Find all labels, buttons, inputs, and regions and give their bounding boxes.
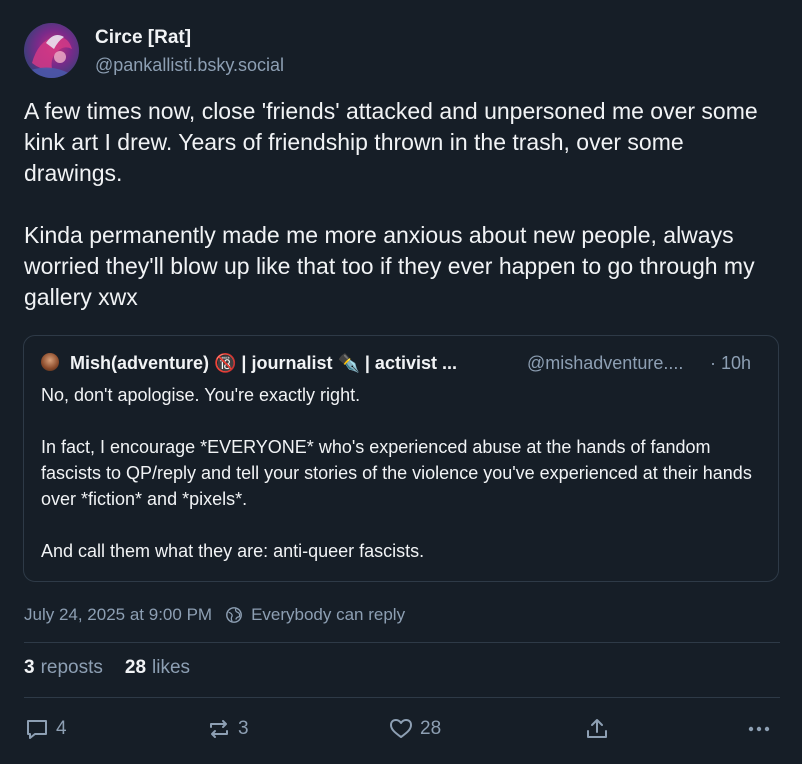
like-button[interactable]: 28 — [388, 714, 441, 744]
post-text: A few times now, close 'friends' attacke… — [24, 98, 758, 310]
author-name[interactable]: Circe [Rat] — [95, 27, 191, 49]
author-handle[interactable]: @pankallisti.bsky.social — [95, 55, 284, 76]
repost-icon — [210, 720, 228, 738]
divider — [24, 697, 780, 698]
share-icon — [587, 719, 607, 738]
quote-text: No, don't apologise. You're exactly righ… — [41, 385, 752, 561]
share-button[interactable] — [584, 714, 616, 744]
reply-button[interactable]: 4 — [24, 714, 67, 744]
likes-stat[interactable]: 28 likes — [125, 657, 190, 679]
reply-count: 4 — [56, 718, 67, 739]
ellipsis-icon — [748, 726, 770, 732]
avatar-image — [24, 35, 79, 78]
like-count: 28 — [420, 718, 442, 739]
reply-setting[interactable]: Everybody can reply — [251, 605, 405, 625]
heart-icon — [390, 719, 412, 738]
post-timestamp: July 24, 2025 at 9:00 PM — [24, 605, 213, 624]
globe-icon — [226, 607, 242, 623]
quoted-post[interactable]: Mish(adventure) 🔞 | journalist ✒️ | acti… — [23, 335, 779, 582]
quote-timestamp: · 10h — [710, 353, 752, 373]
repost-count: 3 — [238, 718, 249, 739]
quote-author-name: Mish(adventure) 🔞 | journalist ✒️ | acti… — [70, 353, 457, 373]
divider — [24, 642, 780, 643]
quote-author-handle: @mishadventure.... — [527, 353, 684, 373]
repost-button[interactable]: 3 — [206, 714, 249, 744]
author-avatar[interactable] — [24, 23, 79, 78]
reply-icon — [27, 720, 47, 739]
quote-author-avatar[interactable] — [41, 353, 59, 371]
post-thread: Circe [Rat] @pankallisti.bsky.social A f… — [0, 0, 802, 764]
more-options-button[interactable] — [746, 714, 778, 744]
reposts-stat[interactable]: 3 reposts — [24, 657, 103, 679]
post-meta: July 24, 2025 at 9:00 PM Everybody can r… — [24, 605, 405, 625]
engagement-stats: 3 reposts 28 likes — [24, 657, 190, 679]
